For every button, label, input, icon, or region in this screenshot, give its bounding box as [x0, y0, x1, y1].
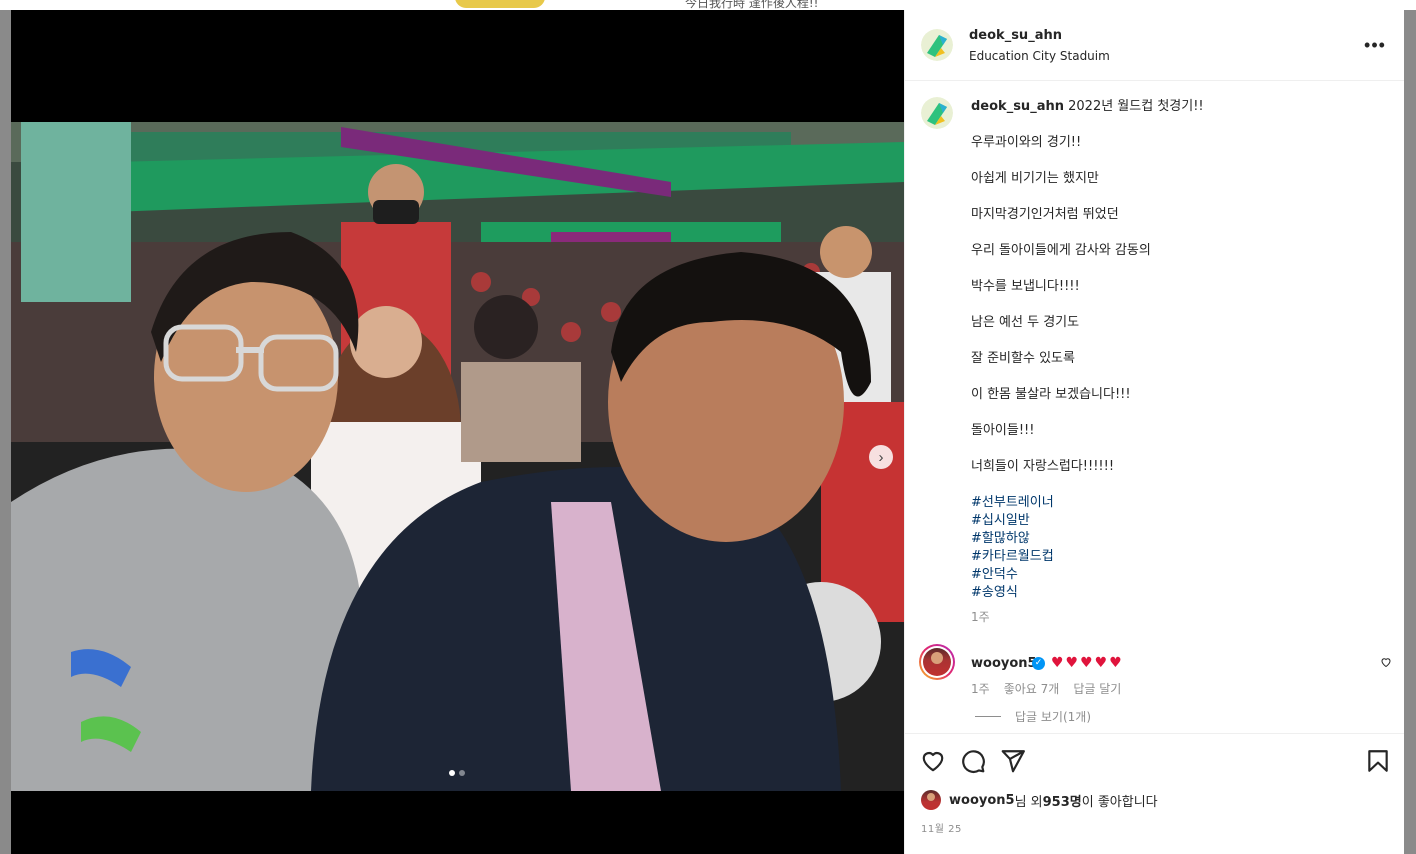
caption-line: 남은 예선 두 경기도	[971, 315, 1080, 330]
hashtag-link[interactable]: #선부트레이너	[971, 494, 1386, 512]
liker-avatar	[921, 790, 941, 810]
heart-outline-icon	[922, 752, 944, 772]
comment-text: ♥♥♥♥♥	[1051, 655, 1124, 671]
comment-meta: 1주 좋아요 7개 답글 달기	[971, 680, 1121, 697]
replies-divider	[975, 716, 1001, 717]
post-date: 11월 25	[921, 824, 962, 835]
bookmark-icon	[1368, 750, 1388, 772]
caption-author-avatar[interactable]	[921, 97, 953, 129]
caption-line: 잘 준비할수 있도록	[971, 351, 1075, 366]
caption-username[interactable]: deok_su_ahn	[971, 99, 1064, 114]
background-text: 今日我行時 逢作後人程!!	[685, 0, 819, 10]
chevron-right-icon: ›	[878, 448, 884, 466]
caption-line: 우루과이와의 경기!!	[971, 135, 1082, 150]
reply-button[interactable]: 답글 달기	[1073, 680, 1121, 697]
caption-timestamp: 1주	[971, 610, 990, 624]
avatar-photo	[923, 648, 951, 676]
caption-line: 너희들이 자랑스럽다!!!!!!	[971, 459, 1115, 474]
hashtag-link[interactable]: #십시일반	[971, 512, 1386, 530]
likes-count[interactable]: 953명	[1043, 791, 1082, 810]
caption-first-line: deok_su_ahn 2022년 월드컵 첫경기!!	[971, 98, 1386, 116]
caption-body: deok_su_ahn 2022년 월드컵 첫경기!! 우루과이와의 경기!! …	[971, 98, 1386, 626]
hashtag-link[interactable]: #송영식	[971, 584, 1386, 602]
avatar-ring	[921, 646, 953, 678]
caption-title: 2022년 월드컵 첫경기!!	[1068, 99, 1204, 114]
hashtag-link[interactable]: #카타르월드컵	[971, 548, 1386, 566]
post-location[interactable]: Education City Staduim	[969, 49, 1110, 63]
post-photo	[11, 122, 904, 791]
share-button[interactable]	[999, 748, 1027, 776]
comment-bubble-icon	[962, 750, 985, 773]
comment-button[interactable]	[959, 748, 987, 776]
comment-like-button[interactable]	[1380, 656, 1392, 671]
background-decoration	[455, 0, 545, 8]
carousel-dot-active	[449, 770, 455, 776]
carousel-next-button[interactable]: ›	[869, 445, 893, 469]
comment-item: wooyon5 ✓ ♥♥♥♥♥ 1주 좋아요 7개 답글 달기	[905, 640, 1404, 700]
paper-plane-icon	[1001, 750, 1025, 773]
post-header: deok_su_ahn Education City Staduim •••	[905, 10, 1404, 81]
comment-time: 1주	[971, 682, 990, 696]
carousel-indicator	[449, 770, 465, 776]
liked-by-text: 님 외	[1014, 794, 1043, 810]
heart-small-icon	[1381, 658, 1391, 668]
liked-by-summary[interactable]: wooyon5 님 외 953명 이 좋아합니다	[921, 790, 1158, 810]
caption-line: 돌아이들!!!	[971, 423, 1035, 438]
like-button[interactable]	[919, 748, 947, 776]
caption-line: 마지막경기인거처럼 뛰었던	[971, 207, 1119, 222]
comment-likes-link[interactable]: 좋아요 7개	[1004, 680, 1060, 697]
save-button[interactable]	[1364, 748, 1392, 776]
liked-by-user[interactable]: wooyon5	[949, 793, 1015, 808]
more-horizontal-icon: •••	[1364, 35, 1386, 55]
more-options-button[interactable]: •••	[1364, 36, 1386, 54]
background-page: 今日我行時 逢作後人程!!	[0, 0, 1416, 10]
author-username[interactable]: deok_su_ahn	[969, 28, 1062, 43]
caption-line: 우리 돌아이들에게 감사와 감동의	[971, 243, 1151, 258]
verified-badge-icon: ✓	[1032, 657, 1045, 670]
commenter-username[interactable]: wooyon5	[971, 656, 1037, 671]
commenter-avatar[interactable]	[919, 644, 955, 680]
liked-by-text-end: 이 좋아합니다	[1081, 794, 1158, 810]
caption-line: 이 한몸 불살라 보겠습니다!!!	[971, 387, 1131, 402]
view-replies-button[interactable]: 답글 보기(1개)	[975, 708, 1091, 725]
author-avatar[interactable]	[921, 29, 953, 61]
hashtag-link[interactable]: #안덕수	[971, 566, 1386, 584]
carousel-dot	[459, 770, 465, 776]
caption-line: 박수를 보냅니다!!!!	[971, 279, 1080, 294]
caption-line: 아쉽게 비기기는 했지만	[971, 171, 1099, 186]
post-side-panel: deok_su_ahn Education City Staduim ••• d…	[904, 10, 1404, 854]
hashtag-link[interactable]: #할많하않	[971, 530, 1386, 548]
post-actions-bar	[905, 733, 1404, 790]
view-replies-label: 답글 보기(1개)	[1015, 710, 1092, 724]
